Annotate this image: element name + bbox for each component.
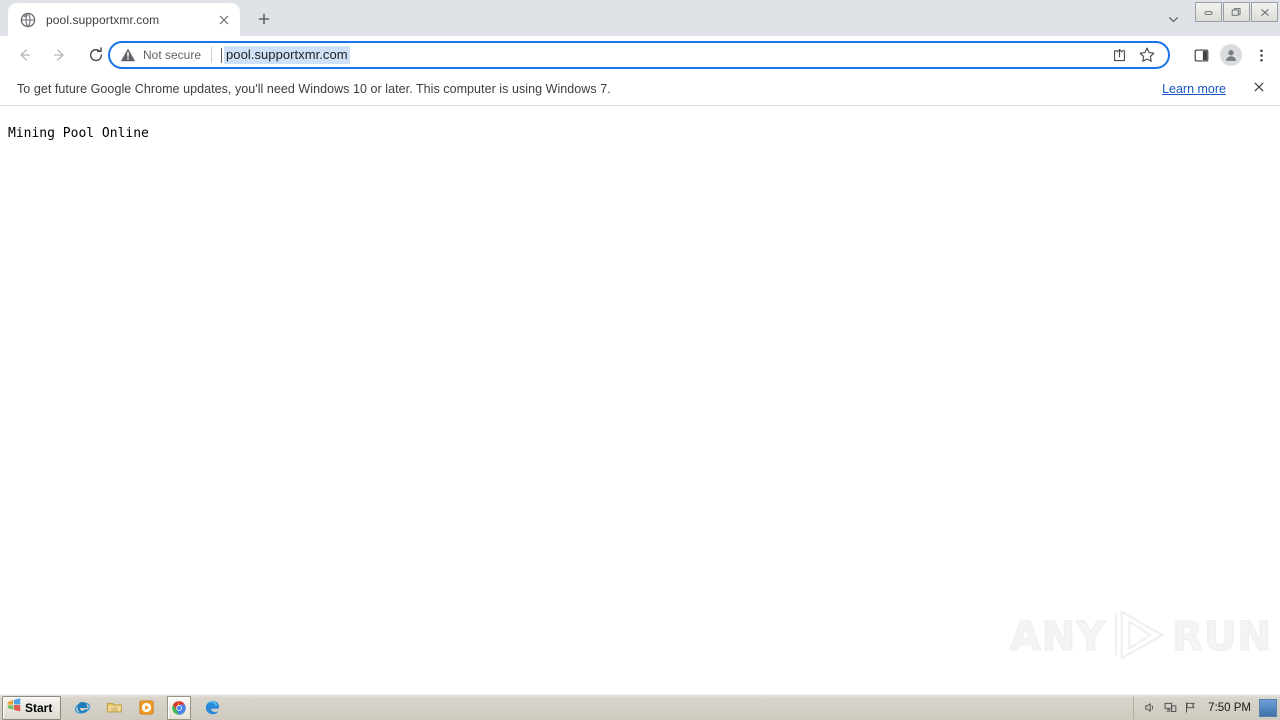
chrome-taskbar-icon[interactable] [167, 695, 192, 720]
minimize-icon [1204, 10, 1213, 15]
address-bar[interactable]: Not secure pool.supportxmr.com [108, 41, 1170, 69]
page-viewport: Mining Pool Online ANY RUN [0, 107, 1280, 694]
omnibox-caret [221, 47, 223, 63]
plus-icon [258, 13, 270, 25]
windows-taskbar: Start 7:50 PM [0, 694, 1280, 720]
star-icon[interactable] [1134, 42, 1160, 68]
url-text[interactable]: pool.supportxmr.com [224, 46, 350, 64]
page-body-text: Mining Pool Online [8, 126, 149, 141]
infobar-message: To get future Google Chrome updates, you… [17, 82, 611, 96]
arrow-right-icon [53, 48, 64, 61]
chevron-down-icon [1168, 16, 1178, 22]
minimize-button[interactable] [1195, 2, 1222, 22]
windows-logo-icon [6, 697, 22, 718]
watermark-right-word: RUN [1171, 613, 1272, 661]
avatar[interactable] [1216, 40, 1246, 70]
watermark-left-word: ANY [1009, 613, 1107, 661]
infobar-close-icon[interactable] [1252, 80, 1266, 99]
new-tab-button[interactable] [250, 5, 278, 33]
close-icon[interactable] [216, 12, 232, 28]
close-button[interactable] [1251, 2, 1278, 22]
reload-button[interactable] [82, 41, 110, 69]
share-icon[interactable] [1106, 42, 1132, 68]
browser-toolbar: Not secure pool.supportxmr.com [0, 36, 1280, 73]
tab-title: pool.supportxmr.com [46, 12, 160, 27]
learn-more-link[interactable]: Learn more [1162, 82, 1226, 96]
window-controls [1194, 1, 1278, 23]
restore-icon [1231, 7, 1241, 16]
omnibox-divider [211, 47, 213, 63]
network-icon[interactable] [1160, 698, 1180, 718]
quick-launch-bar [71, 695, 233, 720]
arrow-left-icon [20, 48, 31, 61]
forward-button[interactable] [46, 41, 74, 69]
back-button[interactable] [10, 41, 38, 69]
close-icon [1260, 8, 1269, 16]
internet-explorer-icon[interactable] [71, 697, 93, 719]
anyrun-watermark: ANY RUN [1009, 606, 1272, 669]
omnibox-actions [1104, 42, 1168, 68]
restore-button[interactable] [1223, 2, 1250, 22]
tab-search-button[interactable] [1160, 6, 1186, 32]
update-infobar: To get future Google Chrome updates, you… [0, 73, 1280, 106]
taskbar-clock[interactable]: 7:50 PM [1208, 702, 1251, 714]
start-button[interactable]: Start [2, 695, 62, 720]
speaker-icon[interactable] [1140, 698, 1160, 718]
browser-window: pool.supportxmr.com Not secure pool.supp… [0, 0, 1280, 720]
system-tray: 7:50 PM [1133, 696, 1280, 719]
globe-icon [20, 12, 36, 28]
avatar-icon [1220, 44, 1242, 66]
show-desktop-icon[interactable] [1259, 698, 1277, 717]
folder-icon[interactable] [103, 697, 125, 719]
reload-icon [89, 46, 103, 61]
play-triangle-icon [1110, 606, 1168, 669]
flag-icon[interactable] [1180, 698, 1200, 718]
infobar-actions: Learn more [1162, 80, 1280, 99]
security-status-label: Not secure [143, 48, 202, 62]
three-dot-menu-icon[interactable] [1246, 40, 1276, 70]
start-label: Start [25, 700, 53, 715]
tab-strip: pool.supportxmr.com [0, 0, 1280, 36]
browser-tab[interactable]: pool.supportxmr.com [8, 3, 240, 36]
side-panel-icon[interactable] [1186, 40, 1216, 70]
toolbar-actions [1186, 40, 1276, 70]
edge-icon[interactable] [201, 697, 223, 719]
warning-triangle-icon [120, 47, 136, 63]
media-player-icon[interactable] [135, 697, 157, 719]
